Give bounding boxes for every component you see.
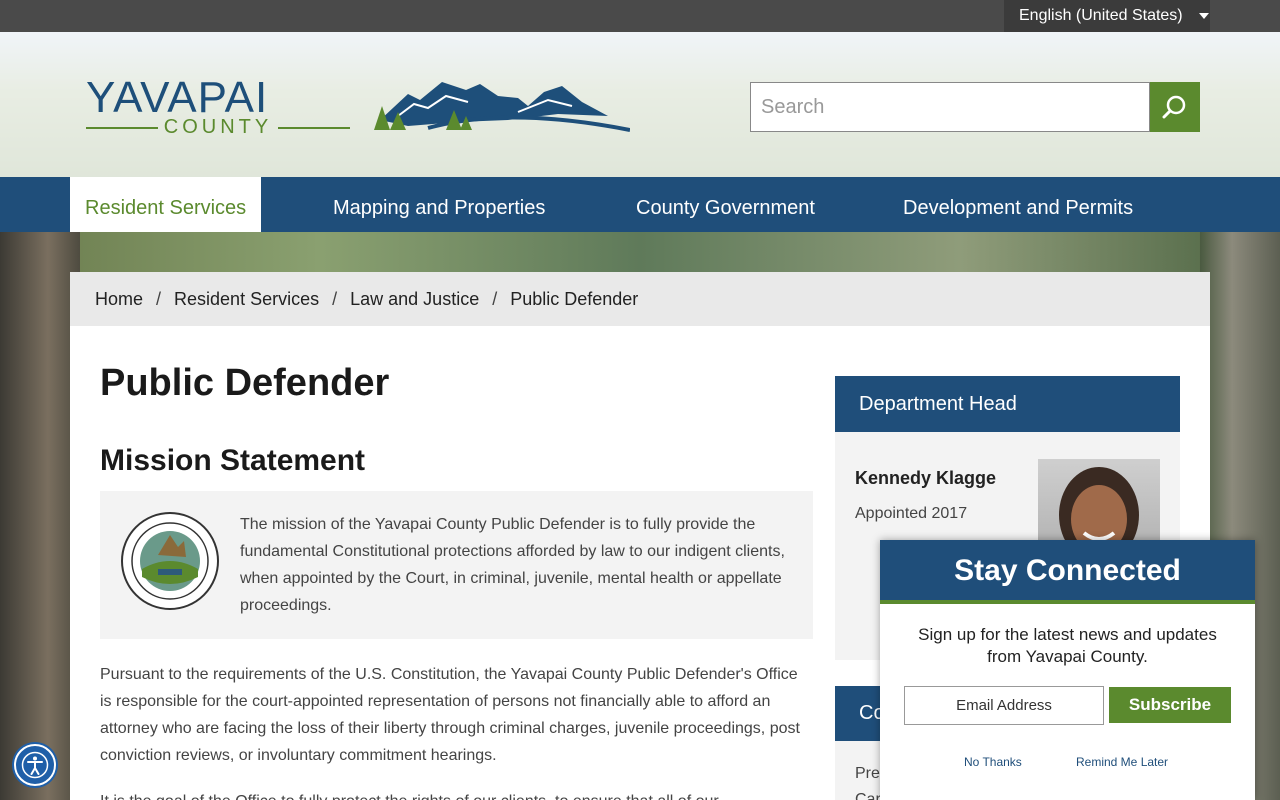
breadcrumb-separator: / [332, 288, 338, 309]
department-head-appointed: Appointed 2017 [855, 505, 968, 522]
search-input[interactable] [750, 82, 1150, 132]
language-label: English (United States) [1019, 7, 1183, 24]
subscribe-button[interactable]: Subscribe [1109, 687, 1231, 723]
page-title: Public Defender [100, 362, 390, 404]
caret-down-icon [1198, 13, 1209, 19]
nav-development-and-permits[interactable]: Development and Permits [903, 177, 1133, 232]
mission-text: The mission of the Yavapai County Public… [240, 516, 785, 614]
mission-box: The mission of the Yavapai County Public… [100, 491, 813, 639]
accessibility-icon [21, 751, 49, 779]
popup-message: Sign up for the latest news and updates … [918, 625, 1217, 666]
remind-later-link[interactable]: Remind Me Later [1076, 755, 1168, 769]
logo-subtitle: COUNTY [86, 116, 351, 139]
breadcrumb-separator: / [156, 288, 162, 309]
no-thanks-link[interactable]: No Thanks [964, 755, 1022, 769]
search-icon [1162, 95, 1186, 119]
mission-heading: Mission Statement [100, 444, 366, 477]
breadcrumb-separator: / [492, 288, 498, 309]
search-bar [750, 82, 1200, 132]
top-bar: English (United States) [0, 0, 1280, 32]
language-selector[interactable]: English (United States) [1004, 0, 1210, 32]
county-logo[interactable]: YAVAPAI COUNTY [86, 73, 631, 139]
county-seal-icon [121, 512, 219, 610]
main-nav: Resident Services Mapping and Properties… [0, 177, 1280, 232]
accessibility-button[interactable] [14, 744, 56, 786]
paragraph: Pursuant to the requirements of the U.S.… [100, 666, 800, 764]
breadcrumb-current-page: Public Defender [510, 288, 639, 309]
breadcrumb-law-and-justice[interactable]: Law and Justice [350, 289, 479, 310]
nav-resident-services[interactable]: Resident Services [70, 177, 262, 232]
popup-title: Stay Connected [880, 540, 1255, 604]
department-head-name: Kennedy Klagge [855, 468, 997, 488]
email-field[interactable] [904, 686, 1104, 725]
breadcrumb-resident-services[interactable]: Resident Services [174, 289, 319, 310]
logo-wordmark: YAVAPAI [86, 73, 269, 122]
breadcrumb-home[interactable]: Home [95, 289, 143, 310]
nav-county-government[interactable]: County Government [636, 177, 815, 232]
mountain-logo-icon [374, 82, 630, 132]
paragraph: It is the goal of the Office to fully pr… [100, 788, 813, 800]
breadcrumb: Home / Resident Services / Law and Justi… [70, 272, 1210, 326]
department-head-heading: Department Head [835, 376, 1180, 432]
search-button[interactable] [1150, 82, 1200, 132]
stay-connected-popup: Stay Connected Sign up for the latest ne… [880, 540, 1255, 800]
nav-mapping-and-properties[interactable]: Mapping and Properties [333, 177, 545, 232]
